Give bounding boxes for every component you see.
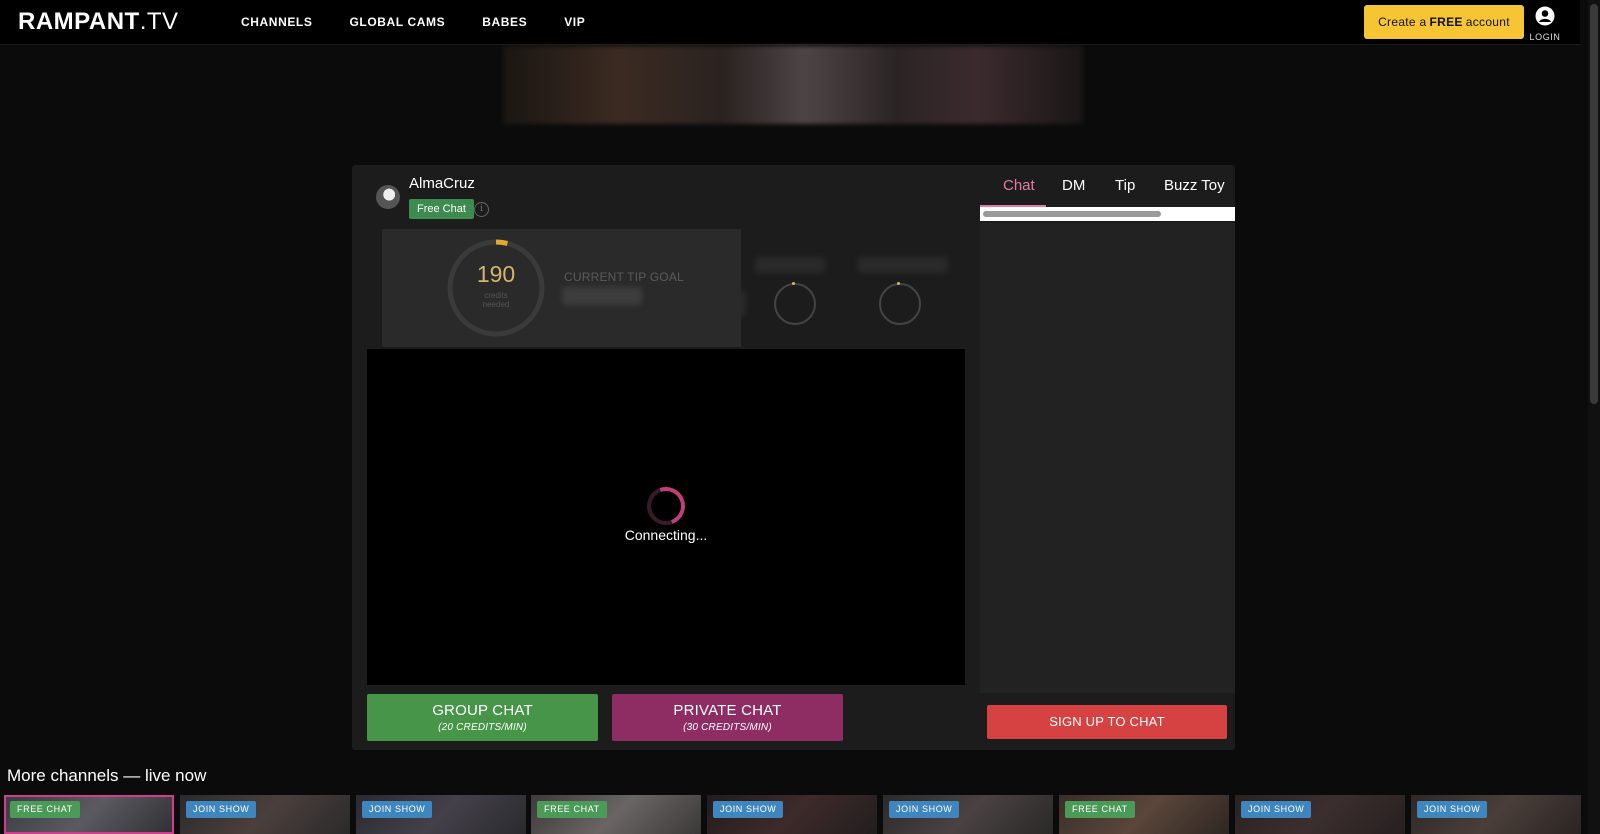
login-button[interactable]: LOGIN <box>1528 6 1562 42</box>
cta-suffix: account <box>1465 15 1510 29</box>
chat-tabs: Chat DM Tip Buzz Toy <box>980 171 1235 207</box>
performer-name[interactable]: AlmaCruz <box>409 175 475 192</box>
channel-thumbnail[interactable]: JOIN SHOW <box>356 795 526 834</box>
channel-thumbnail[interactable]: JOIN SHOW <box>1235 795 1405 834</box>
channel-badge: FREE CHAT <box>537 801 607 818</box>
main-nav: CHANNELS GLOBAL CAMS BABES VIP <box>241 15 585 29</box>
loading-spinner-icon <box>640 480 692 532</box>
channel-thumbnail[interactable]: JOIN SHOW <box>707 795 877 834</box>
progress-marker <box>792 282 795 285</box>
channel-thumbnail[interactable]: FREE CHAT <box>531 795 701 834</box>
group-chat-price: (20 CREDITS/MIN) <box>438 722 527 733</box>
channel-thumbnail[interactable]: JOIN SHOW <box>883 795 1053 834</box>
channel-thumbnail[interactable]: FREE CHAT <box>1059 795 1229 834</box>
tab-buzz-toy[interactable]: Buzz Toy <box>1164 177 1225 194</box>
promo-banner[interactable] <box>503 46 1083 124</box>
video-player[interactable]: Connecting... <box>367 349 965 685</box>
logo-tv: .TV <box>139 8 179 35</box>
chat-progress-fill <box>983 211 1161 217</box>
channel-thumbnail[interactable]: JOIN SHOW <box>1411 795 1581 834</box>
progress-ring <box>774 283 816 325</box>
channel-badge: JOIN SHOW <box>1417 801 1488 818</box>
tip-goal-credits: 190 <box>476 261 516 287</box>
private-chat-button[interactable]: PRIVATE CHAT (30 CREDITS/MIN) <box>612 694 843 741</box>
info-icon[interactable]: i <box>474 202 489 217</box>
progress-marker <box>897 282 900 285</box>
channel-badge: JOIN SHOW <box>186 801 257 818</box>
private-chat-price: (30 CREDITS/MIN) <box>683 722 772 733</box>
blurred-icon <box>724 290 746 316</box>
avatar[interactable] <box>376 185 400 209</box>
cta-prefix: Create a <box>1378 15 1427 29</box>
tip-goal-label: CURRENT TIP GOAL <box>564 270 684 284</box>
create-free-account-button[interactable]: Create a FREE account <box>1364 5 1524 39</box>
nav-global-cams[interactable]: GLOBAL CAMS <box>349 15 445 29</box>
logo-main: RAMPANT <box>18 8 140 35</box>
private-chat-title: PRIVATE CHAT <box>673 702 782 719</box>
site-logo[interactable]: RAMPANT.TV <box>18 8 179 36</box>
chat-progress-bar <box>980 207 1235 221</box>
nav-vip[interactable]: VIP <box>564 15 585 29</box>
tip-goal-box: 190 credits needed CURRENT TIP GOAL <box>382 229 741 347</box>
status-badge: Free Chat <box>409 199 474 219</box>
scrollbar-thumb[interactable] <box>1590 4 1598 404</box>
tab-dm[interactable]: DM <box>1062 177 1085 194</box>
channel-badge: FREE CHAT <box>1065 801 1135 818</box>
user-icon <box>1535 6 1555 26</box>
channel-badge: FREE CHAT <box>10 801 80 818</box>
nav-channels[interactable]: CHANNELS <box>241 15 312 29</box>
tip-goal-credits-caption: credits needed <box>446 291 546 309</box>
channel-badge: JOIN SHOW <box>713 801 784 818</box>
sign-up-to-chat-button[interactable]: SIGN UP TO CHAT <box>987 705 1227 739</box>
connection-status: Connecting... <box>624 527 708 543</box>
channel-badge: JOIN SHOW <box>1241 801 1312 818</box>
credits-line2: needed <box>482 300 510 309</box>
tab-chat[interactable]: Chat <box>1003 177 1035 194</box>
group-chat-button[interactable]: GROUP CHAT (20 CREDITS/MIN) <box>367 694 598 741</box>
login-label: LOGIN <box>1529 32 1561 42</box>
chat-messages-area[interactable] <box>980 223 1235 693</box>
blurred-label <box>755 257 825 273</box>
channel-thumbnail[interactable]: FREE CHAT <box>4 795 174 834</box>
nav-babes[interactable]: BABES <box>482 15 527 29</box>
blurred-label <box>858 257 948 273</box>
progress-ring <box>879 283 921 325</box>
channel-thumbnail[interactable]: JOIN SHOW <box>180 795 350 834</box>
tip-goal-name-blurred <box>562 287 642 305</box>
top-navigation-bar: RAMPANT.TV CHANNELS GLOBAL CAMS BABES VI… <box>0 0 1580 45</box>
group-chat-title: GROUP CHAT <box>432 702 533 719</box>
channel-badge: JOIN SHOW <box>362 801 433 818</box>
cta-bold: FREE <box>1429 15 1463 29</box>
more-channels-heading: More channels — live now <box>7 766 207 785</box>
channel-badge: JOIN SHOW <box>889 801 960 818</box>
tip-goal-progress-ring <box>447 239 545 337</box>
tab-tip[interactable]: Tip <box>1115 177 1135 194</box>
credits-line1: credits <box>484 291 508 300</box>
